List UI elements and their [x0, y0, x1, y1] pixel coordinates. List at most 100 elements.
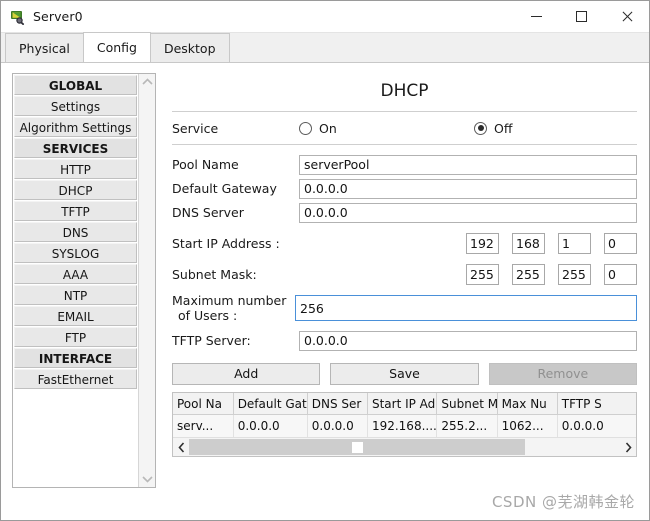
subnet-mask-row: Subnet Mask:: [172, 262, 637, 286]
column-header-tftp-server[interactable]: TFTP S: [557, 393, 636, 415]
column-header-max-number[interactable]: Max Nu: [497, 393, 558, 415]
service-off-radio[interactable]: Off: [474, 121, 512, 136]
chevron-down-icon[interactable]: [139, 472, 155, 487]
cell-dns-server: 0.0.0.0: [307, 414, 368, 437]
default-gateway-label: Default Gateway: [172, 181, 277, 196]
subnet-mask-octet-4[interactable]: [604, 263, 637, 285]
table-header-row: Pool Na Default Gat DNS Ser Start IP Ad …: [173, 393, 636, 415]
dns-server-row: DNS Server: [172, 202, 637, 223]
start-ip-octet-2[interactable]: [512, 232, 545, 254]
sidebar-group-interface[interactable]: INTERFACE: [14, 348, 137, 368]
subnet-mask-octet-2[interactable]: [512, 263, 545, 285]
max-users-label-line1: Maximum number: [172, 293, 287, 308]
dns-server-label: DNS Server: [172, 205, 244, 220]
sidebar-item-tftp[interactable]: TFTP: [14, 201, 137, 221]
service-on-radio[interactable]: On: [299, 121, 464, 136]
start-ip-octets: [466, 232, 637, 254]
server-config-window: Server0 Physical Config Desktop GLOBAL S…: [0, 0, 650, 521]
tab-config[interactable]: Config: [82, 32, 151, 62]
radio-unchecked-icon: [299, 121, 312, 135]
tab-physical[interactable]: Physical: [5, 33, 84, 62]
sidebar-item-ftp[interactable]: FTP: [14, 327, 137, 347]
sidebar-item-fastethernet[interactable]: FastEthernet: [14, 369, 137, 389]
subnet-mask-octets: [466, 263, 637, 285]
column-header-start-ip[interactable]: Start IP Ad: [367, 393, 438, 415]
cell-pool-name: serv...: [173, 414, 234, 437]
scrollbar-track[interactable]: [189, 438, 620, 456]
tab-bar: Physical Config Desktop: [1, 32, 649, 63]
table-horizontal-scrollbar[interactable]: [173, 437, 636, 456]
dhcp-form: Pool Name Default Gateway DNS Server Sta…: [172, 145, 637, 351]
close-button[interactable]: [604, 1, 649, 32]
sidebar-group-services[interactable]: SERVICES: [14, 138, 137, 158]
pool-grid: Pool Na Default Gat DNS Ser Start IP Ad …: [173, 393, 636, 437]
column-header-subnet-mask[interactable]: Subnet M: [436, 393, 498, 415]
maximize-button[interactable]: [559, 1, 604, 32]
watermark-text: CSDN @芜湖韩金轮: [491, 493, 635, 511]
max-users-label-line2: of Users :: [178, 308, 238, 323]
sidebar-list: GLOBAL Settings Algorithm Settings SERVI…: [13, 74, 138, 487]
column-header-default-gateway[interactable]: Default Gat: [233, 393, 308, 415]
config-sidebar: GLOBAL Settings Algorithm Settings SERVI…: [12, 73, 156, 488]
start-ip-octet-3[interactable]: [558, 232, 591, 254]
dns-server-input[interactable]: [299, 202, 637, 223]
cell-default-gateway: 0.0.0.0: [233, 414, 308, 437]
sidebar-item-aaa[interactable]: AAA: [14, 264, 137, 284]
tftp-server-label: TFTP Server:: [172, 333, 251, 348]
default-gateway-row: Default Gateway: [172, 178, 637, 199]
dhcp-config-panel: DHCP Service On Off Pool Name serverPool…: [172, 73, 637, 488]
server-device-icon: [10, 9, 26, 25]
tab-desktop[interactable]: Desktop: [149, 33, 230, 62]
max-users-input[interactable]: [295, 295, 637, 321]
default-gateway-input[interactable]: [299, 178, 637, 199]
add-button[interactable]: Add: [172, 363, 321, 385]
close-icon: [620, 10, 633, 23]
subnet-mask-octet-3[interactable]: [558, 263, 591, 285]
sidebar-item-http[interactable]: HTTP: [14, 159, 137, 179]
start-ip-octet-4[interactable]: [604, 232, 637, 254]
pool-name-row: Pool Name: [172, 154, 637, 175]
max-users-label: Maximum number of Users :: [172, 293, 295, 323]
table-row[interactable]: serv... 0.0.0.0 0.0.0.0 192.168.... 255.…: [173, 414, 636, 437]
sidebar-item-settings[interactable]: Settings: [14, 96, 137, 116]
cell-tftp-server: 0.0.0.0: [557, 414, 636, 437]
start-ip-octet-1[interactable]: [466, 232, 499, 254]
service-label: Service: [172, 120, 219, 136]
content-area: GLOBAL Settings Algorithm Settings SERVI…: [1, 63, 649, 520]
sidebar-item-algorithm-settings[interactable]: Algorithm Settings: [14, 117, 137, 137]
sidebar-item-dns[interactable]: DNS: [14, 222, 137, 242]
scrollbar-thumb[interactable]: [189, 439, 526, 455]
subnet-mask-octet-1[interactable]: [466, 263, 499, 285]
sidebar-item-syslog[interactable]: SYSLOG: [14, 243, 137, 263]
window-controls: [514, 1, 649, 32]
column-header-dns-server[interactable]: DNS Ser: [307, 393, 368, 415]
tftp-server-row: TFTP Server:: [172, 330, 637, 351]
remove-button[interactable]: Remove: [488, 363, 637, 385]
tftp-server-input[interactable]: [299, 330, 637, 351]
cell-max-number: 1062...: [497, 414, 558, 437]
window-title: Server0: [33, 9, 83, 24]
cell-start-ip: 192.168....: [367, 414, 438, 437]
pool-name-input[interactable]: [299, 154, 637, 175]
pool-name-label: Pool Name: [172, 157, 239, 172]
service-on-label: On: [319, 120, 337, 136]
sidebar-group-global[interactable]: GLOBAL: [14, 75, 137, 95]
action-button-row: Add Save Remove: [172, 363, 637, 385]
minimize-button[interactable]: [514, 1, 559, 32]
dhcp-pool-table: Pool Na Default Gat DNS Ser Start IP Ad …: [172, 392, 637, 457]
sidebar-item-email[interactable]: EMAIL: [14, 306, 137, 326]
subnet-mask-label: Subnet Mask:: [172, 266, 257, 282]
chevron-up-icon[interactable]: [139, 74, 155, 89]
minimize-icon: [531, 16, 542, 17]
scroll-right-icon[interactable]: [620, 438, 636, 456]
start-ip-row: Start IP Address :: [172, 231, 637, 255]
scroll-left-icon[interactable]: [173, 438, 189, 456]
sidebar-vertical-scrollbar[interactable]: [138, 74, 155, 487]
radio-checked-icon: [474, 121, 487, 135]
page-title: DHCP: [380, 81, 429, 101]
column-header-pool-name[interactable]: Pool Na: [173, 393, 234, 415]
sidebar-item-ntp[interactable]: NTP: [14, 285, 137, 305]
save-button[interactable]: Save: [330, 363, 479, 385]
max-users-row: Maximum number of Users :: [172, 293, 637, 323]
sidebar-item-dhcp[interactable]: DHCP: [14, 180, 137, 200]
